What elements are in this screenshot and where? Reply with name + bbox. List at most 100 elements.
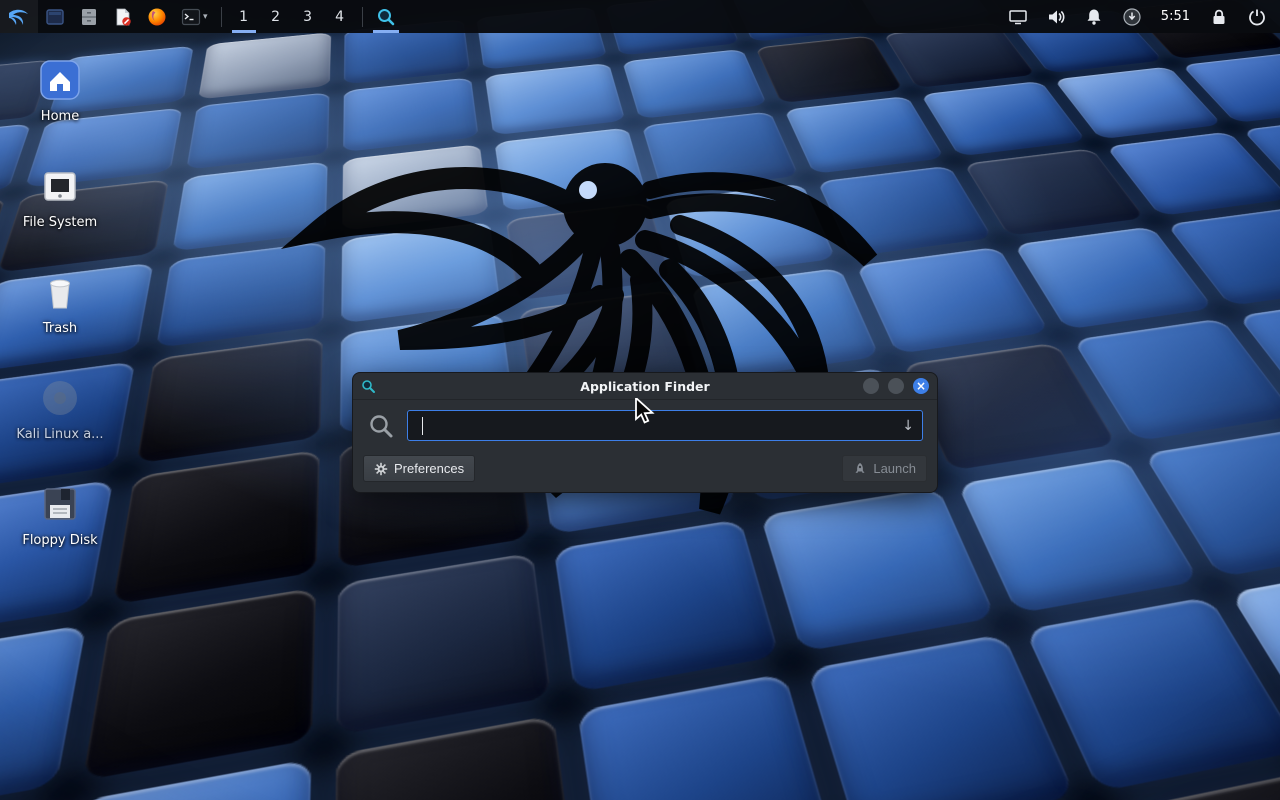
kali-logo-icon	[7, 5, 31, 29]
kali-disc-icon	[36, 374, 84, 422]
firefox-button[interactable]	[140, 0, 174, 33]
workspace-2-label: 2	[271, 9, 280, 25]
trash-icon	[36, 268, 84, 316]
panel-separator	[221, 7, 222, 27]
wallpaper-cube	[755, 36, 903, 104]
text-editor-button[interactable]	[106, 0, 140, 33]
preferences-button[interactable]: Preferences	[363, 455, 475, 482]
text-caret	[422, 417, 423, 435]
wallpaper-cube	[664, 184, 835, 278]
wallpaper-cube	[855, 247, 1049, 354]
document-icon	[113, 7, 133, 27]
wallpaper-cube	[83, 587, 316, 780]
file-system-icon	[36, 162, 84, 210]
desktop-icon-trash[interactable]: Trash	[12, 268, 108, 336]
taskbar-window-button[interactable]	[38, 0, 72, 33]
entry-dropdown-arrow-icon[interactable]: ↓	[896, 418, 914, 434]
desktop-icon-kali-linux[interactable]: Kali Linux a...	[12, 374, 108, 442]
preferences-label: Preferences	[394, 461, 464, 476]
minimize-button[interactable]	[863, 378, 879, 394]
desktop-icon-floppy-disk[interactable]: Floppy Disk	[12, 480, 108, 548]
wallpaper-cube	[807, 634, 1075, 800]
logout-button[interactable]	[1240, 0, 1274, 33]
desktop-icon-label: Home	[41, 109, 79, 124]
terminal-launcher-button[interactable]: ▾	[174, 0, 215, 33]
wallpaper-cube	[921, 81, 1086, 156]
workspace-2-button[interactable]: 2	[260, 0, 292, 33]
wallpaper-cube	[113, 450, 320, 605]
launch-button[interactable]: Launch	[842, 455, 927, 482]
file-cabinet-icon	[79, 7, 99, 27]
wallpaper-cube	[341, 222, 501, 324]
launch-label: Launch	[873, 461, 916, 476]
dialog-title: Application Finder	[353, 379, 937, 394]
search-entry: ↓	[407, 410, 923, 441]
panel-right: 5:51	[1001, 0, 1280, 33]
search-input[interactable]	[416, 418, 896, 433]
close-button[interactable]: ×	[913, 378, 929, 394]
workspace-4-label: 4	[335, 9, 344, 25]
desktop-icon-label: File System	[23, 215, 97, 230]
desktop-icon-home[interactable]: Home	[12, 56, 108, 124]
dialog-button-row: Preferences Launch	[353, 449, 937, 492]
taskbar-application-finder-button[interactable]	[369, 0, 403, 33]
desktop-icon-file-system[interactable]: File System	[12, 162, 108, 230]
wallpaper-cube	[1024, 596, 1280, 792]
panel-left: ▾ 1 2 3 4	[0, 0, 403, 33]
file-manager-button[interactable]	[72, 0, 106, 33]
window-icon	[45, 7, 65, 27]
window-buttons: ×	[863, 378, 929, 394]
display-tray-button[interactable]	[1001, 0, 1035, 33]
terminal-icon	[181, 7, 201, 27]
volume-tray-button[interactable]	[1039, 0, 1073, 33]
wallpaper-cube	[817, 166, 993, 257]
wallpaper-cube	[485, 63, 625, 135]
wallpaper-cube	[783, 96, 944, 174]
wallpaper-cube	[156, 242, 325, 348]
wallpaper-cube	[343, 77, 479, 152]
logout-icon	[1247, 7, 1267, 27]
firefox-icon	[147, 7, 167, 27]
wallpaper-cube	[198, 32, 330, 99]
wallpaper-cube	[495, 128, 647, 212]
clock[interactable]: 5:51	[1153, 9, 1198, 24]
wallpaper-cube	[336, 552, 552, 735]
home-icon	[36, 56, 84, 104]
wallpaper-cube	[506, 202, 671, 300]
desktop-icon-label: Floppy Disk	[22, 533, 97, 548]
dialog-titlebar[interactable]: Application Finder ×	[353, 373, 937, 400]
desktop-icon-label: Kali Linux a...	[16, 427, 103, 442]
notifications-tray-button[interactable]	[1077, 0, 1111, 33]
wallpaper-cube	[0, 198, 5, 295]
status-tray-button[interactable]	[1115, 0, 1149, 33]
wallpaper-cube	[642, 111, 799, 192]
lock-screen-button[interactable]	[1202, 0, 1236, 33]
wallpaper-cube	[137, 336, 323, 463]
wallpaper-cube	[622, 49, 767, 119]
wallpaper-cube	[760, 487, 995, 652]
desktop-icon-label: Trash	[43, 321, 77, 336]
display-icon	[1008, 7, 1028, 27]
search-row: ↓	[353, 400, 937, 449]
wallpaper-cube	[45, 759, 311, 800]
desktop: ▾ 1 2 3 4	[0, 0, 1280, 800]
application-finder-dialog: Application Finder × ↓	[352, 372, 938, 493]
floppy-disk-icon	[36, 480, 84, 528]
wallpaper-cube	[173, 161, 328, 251]
workspace-3-button[interactable]: 3	[292, 0, 324, 33]
close-icon: ×	[916, 380, 926, 392]
gear-icon	[374, 462, 388, 476]
status-circle-icon	[1122, 7, 1142, 27]
maximize-button[interactable]	[888, 378, 904, 394]
rocket-icon	[853, 462, 867, 476]
bell-icon	[1084, 7, 1104, 27]
workspace-3-label: 3	[303, 9, 312, 25]
wallpaper-cube	[0, 624, 87, 800]
wallpaper-cube	[578, 673, 834, 800]
workspace-4-button[interactable]: 4	[324, 0, 356, 33]
terminal-dropdown-chevron-icon[interactable]: ▾	[203, 12, 208, 22]
applications-menu-button[interactable]	[0, 0, 38, 33]
dialog-magnifier-icon	[361, 379, 376, 394]
workspace-1-button[interactable]: 1	[228, 0, 260, 33]
panel-separator	[362, 7, 363, 27]
